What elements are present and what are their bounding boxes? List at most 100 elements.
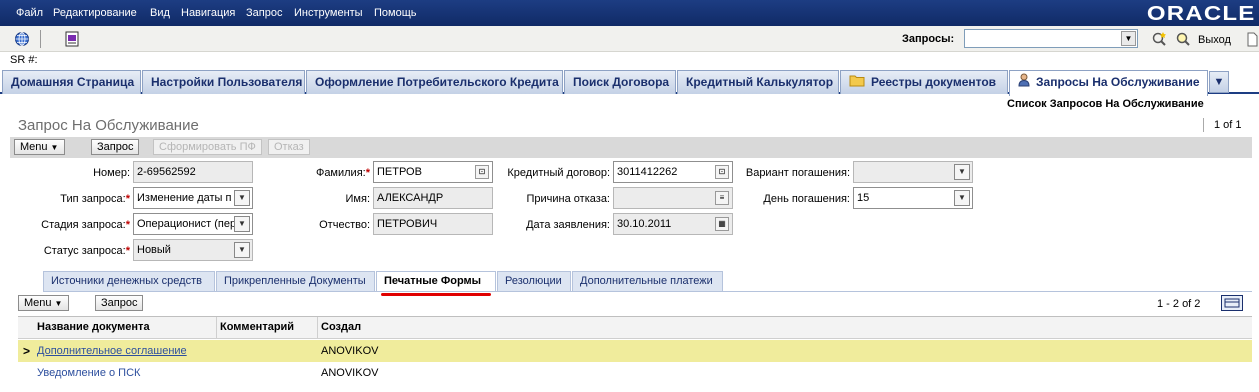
tab-label: Поиск Договора [573, 75, 670, 89]
lastname-field[interactable]: ПЕТРОВ ⊡ [373, 161, 493, 183]
subtab-attached-documents[interactable]: Прикрепленные Документы [216, 271, 375, 291]
repay-day-value: 15 [857, 192, 870, 204]
document-name-link[interactable]: Уведомление о ПСК [37, 367, 140, 379]
queries-label: Запросы: [902, 33, 955, 45]
chevron-down-icon[interactable]: ▼ [954, 164, 970, 180]
menu-view[interactable]: Вид [150, 7, 170, 19]
list-menu-label: Menu [24, 297, 52, 309]
pick-icon[interactable]: ⊡ [715, 165, 729, 179]
record-pager: 1 of 1 [1214, 119, 1242, 131]
tab-user-settings[interactable]: Настройки Пользователя [142, 70, 305, 94]
firstname-field: АЛЕКСАНДР [373, 187, 493, 209]
queries-select[interactable]: ▼ [964, 29, 1138, 48]
tab-service-requests[interactable]: Запросы На Обслуживание [1009, 70, 1208, 96]
subtab-print-forms[interactable]: Печатные Формы [376, 271, 496, 291]
pick-icon[interactable]: ⊡ [475, 165, 489, 179]
chevron-down-icon[interactable]: ▼ [954, 190, 970, 206]
menu-query[interactable]: Запрос [246, 7, 282, 19]
middlename-label: Отчество: [319, 219, 370, 231]
repay-variant-select[interactable]: ▼ [853, 161, 973, 183]
oracle-logo: ORACLE [1146, 3, 1255, 25]
type-label: Тип запроса:* [60, 193, 130, 205]
new-query-icon[interactable] [1151, 31, 1167, 47]
pager-divider [1203, 118, 1204, 132]
exit-link[interactable]: Выход [1198, 34, 1231, 46]
tab-label: Реестры документов [871, 75, 997, 89]
status-label: Статус запроса:* [43, 245, 130, 257]
chevron-down-icon[interactable]: ▼ [234, 216, 250, 232]
tab-label: Кредитный Калькулятор [686, 75, 834, 89]
current-row-arrow-icon: > [23, 344, 31, 358]
subtab-divider [43, 291, 1252, 292]
menu-file[interactable]: Файл [16, 7, 43, 19]
refusal-reason-field[interactable]: ≡ [613, 187, 733, 209]
tab-document-registers[interactable]: Реестры документов [840, 70, 1008, 94]
firstname-label: Имя: [345, 193, 370, 205]
help-icon[interactable] [1245, 31, 1259, 47]
stage-label: Стадия запроса:* [41, 219, 130, 231]
service-request-list-link[interactable]: Список Запросов На Обслуживание [1007, 98, 1204, 110]
person-icon [1018, 72, 1030, 94]
contract-label: Кредитный договор: [507, 167, 610, 179]
lastname-label: Фамилия:* [315, 167, 370, 179]
request-status-select[interactable]: Новый ▼ [133, 239, 253, 261]
toggle-layout-icon[interactable] [1221, 295, 1243, 311]
report-icon[interactable] [64, 31, 80, 47]
tab-home[interactable]: Домашняя Страница [2, 70, 141, 94]
credit-contract-value: 3011412262 [617, 166, 678, 178]
col-comment[interactable]: Комментарий [220, 321, 294, 333]
caret-down-icon: ▼ [50, 143, 59, 152]
request-status-value: Новый [137, 244, 171, 256]
tab-contract-search[interactable]: Поиск Договора [564, 70, 676, 94]
request-type-select[interactable]: Изменение даты п ▼ [133, 187, 253, 209]
list-menu-button[interactable]: Menu ▼ [18, 295, 69, 311]
app-date-label: Дата заявления: [526, 219, 610, 231]
search-icon[interactable] [1175, 31, 1191, 47]
menu-edit[interactable]: Редактирование [53, 7, 137, 19]
chevron-down-icon[interactable]: ▼ [234, 242, 250, 258]
subtab-funding-sources[interactable]: Источники денежных средств [43, 271, 215, 291]
tab-consumer-credit[interactable]: Оформление Потребительского Кредита [306, 70, 563, 94]
column-divider [317, 317, 318, 339]
menu-button[interactable]: Menu ▼ [14, 139, 65, 155]
menu-help[interactable]: Помощь [374, 7, 417, 19]
toolbar-separator [40, 30, 41, 48]
sr-number-label: SR #: [10, 54, 38, 66]
print-forms-table: Название документа Комментарий Создал > … [18, 316, 1252, 379]
list-record-count: 1 - 2 of 2 [1157, 298, 1201, 310]
list-icon[interactable]: ≡ [715, 191, 729, 205]
table-header: Название документа Комментарий Создал [18, 317, 1252, 339]
refuse-button[interactable]: Отказ [268, 139, 310, 155]
subtab-additional-payments[interactable]: Дополнительные платежи [572, 271, 723, 291]
main-tabstrip: Домашняя Страница Настройки Пользователя… [0, 70, 1259, 96]
credit-contract-field[interactable]: 3011412262 ⊡ [613, 161, 733, 183]
tab-label: Настройки Пользователя [151, 75, 303, 89]
repay-day-select[interactable]: 15 ▼ [853, 187, 973, 209]
table-row[interactable]: Уведомление о ПСК ANOVIKOV [18, 362, 1252, 384]
menu-navigation[interactable]: Навигация [181, 7, 235, 19]
document-name-link[interactable]: Дополнительное соглашение [37, 345, 187, 357]
menubar: Файл Редактирование Вид Навигация Запрос… [0, 0, 1259, 26]
table-row[interactable]: > Дополнительное соглашение ANOVIKOV [18, 340, 1252, 362]
subtab-resolutions[interactable]: Резолюции [497, 271, 571, 291]
repay-day-label: День погашения: [763, 193, 850, 205]
tabs-more-chevron-icon[interactable]: ▼ [1209, 71, 1229, 93]
generate-print-form-button[interactable]: Сформировать ПФ [153, 139, 262, 155]
col-document-name[interactable]: Название документа [37, 321, 150, 333]
number-label: Номер: [93, 167, 130, 179]
highlight-underline [381, 293, 491, 296]
tab-credit-calculator[interactable]: Кредитный Калькулятор [677, 70, 839, 94]
query-button[interactable]: Запрос [91, 139, 140, 155]
globe-icon[interactable] [14, 31, 30, 47]
list-query-button[interactable]: Запрос [95, 295, 144, 311]
col-created-by[interactable]: Создал [321, 321, 361, 333]
folder-icon [849, 72, 865, 94]
request-stage-select[interactable]: Операционист (пер ▼ [133, 213, 253, 235]
menu-tools[interactable]: Инструменты [294, 7, 363, 19]
created-by-cell: ANOVIKOV [321, 367, 379, 379]
chevron-down-icon[interactable]: ▼ [1121, 31, 1136, 46]
chevron-down-icon[interactable]: ▼ [234, 190, 250, 206]
application-date-field[interactable]: 30.10.2011 ▦ [613, 213, 733, 235]
tab-label: Домашняя Страница [11, 75, 135, 89]
calendar-icon[interactable]: ▦ [715, 217, 729, 231]
